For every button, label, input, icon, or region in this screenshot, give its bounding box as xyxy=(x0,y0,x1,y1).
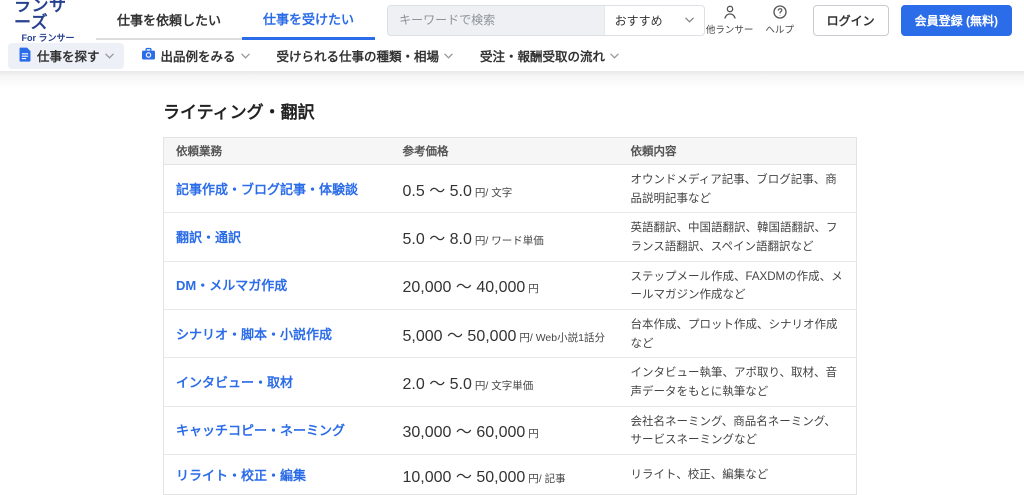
help-link[interactable]: ヘルプ xyxy=(755,4,805,36)
subnav-job-types-rates[interactable]: 受けられる仕事の種類・相場 xyxy=(267,43,464,69)
table-row: リライト・校正・編集 10,000 ～ 50,000 円/ 記事 リライト、校正、… xyxy=(164,455,857,495)
tab-request-work[interactable]: 仕事を依頼したい xyxy=(96,10,243,40)
price-range: 5.0 ～ 8.0 xyxy=(402,231,472,249)
top-header: ランサーズ For ランサー 仕事を依頼したい 仕事を受けたい おすすめ 他ラン… xyxy=(0,0,1024,43)
column-header-service: 依頼業務 xyxy=(163,137,391,165)
briefcase-icon xyxy=(141,47,156,64)
subnav-job-types-rates-label: 受けられる仕事の種類・相場 xyxy=(276,50,440,64)
service-description: 会社名ネーミング、商品名ネーミング、サービスネーミングなど xyxy=(630,415,836,447)
logo-text: ランサーズ xyxy=(14,0,67,32)
person-icon xyxy=(722,4,738,25)
price-range: 10,000 ～ 50,000 xyxy=(402,468,526,486)
column-header-description: 依頼内容 xyxy=(618,137,857,165)
service-link[interactable]: リライト・校正・編集 xyxy=(176,468,306,483)
chevron-down-icon xyxy=(104,53,114,59)
pricing-table: 依頼業務 参考価格 依頼内容 記事作成・ブログ記事・体験談 0.5 ～ 5.0 円… xyxy=(163,137,857,495)
subnav-listing-examples[interactable]: 出品例をみる xyxy=(131,43,260,69)
audience-tabs: 仕事を依頼したい 仕事を受けたい xyxy=(96,4,376,40)
header-right-cluster: 他ランサー ヘルプ ログイン 会員登録 (無料) xyxy=(705,4,1012,36)
search-group: おすすめ xyxy=(387,4,705,36)
subnav-find-work-label: 仕事を探す xyxy=(37,50,100,64)
price-unit: 円/ Web小説1話分 xyxy=(519,331,605,344)
service-description: インタビュー執筆、アポ取り、取材、音声データをもとに執筆など xyxy=(630,367,838,399)
service-description: オウンドメディア記事、ブログ記事、商品説明記事など xyxy=(630,174,837,205)
service-description: 台本作成、プロット作成、シナリオ作成など xyxy=(630,319,838,350)
price-unit: 円/ 記事 xyxy=(528,472,566,485)
service-description: リライト、校正、編集など xyxy=(630,469,769,482)
subnav-listing-examples-label: 出品例をみる xyxy=(160,50,236,64)
table-row: キャッチコピー・ネーミング 30,000 ～ 60,000 円 会社名ネーミング、… xyxy=(163,406,857,456)
document-icon xyxy=(18,47,32,65)
search-input[interactable] xyxy=(388,5,604,35)
price-unit: 円 xyxy=(528,428,539,441)
chevron-down-icon xyxy=(684,17,694,23)
service-description: 英語翻訳、中国語翻訳、韓国語翻訳、フランス語翻訳、スペイン語翻訳など xyxy=(630,222,838,254)
table-header-row: 依頼業務 参考価格 依頼内容 xyxy=(163,137,857,165)
help-label: ヘルプ xyxy=(765,24,794,36)
price-unit: 円/ 文字 xyxy=(474,186,513,199)
price-range: 5,000 ～ 50,000 xyxy=(402,327,517,345)
subnav-find-work[interactable]: 仕事を探す xyxy=(8,42,124,69)
price-unit: 円/ ワード単価 xyxy=(474,235,544,248)
table-row: DM・メルマガ作成 20,000 ～ 40,000 円 ステップメール作成、FAX… xyxy=(163,261,857,311)
price-range: 0.5 ～ 5.0 xyxy=(402,182,472,200)
help-icon xyxy=(772,4,788,25)
price-range: 2.0 ～ 5.0 xyxy=(402,376,472,394)
header-shadow-divider xyxy=(0,71,1024,89)
page-title: ライティング・翻訳 xyxy=(163,103,315,122)
lancers-logo[interactable]: ランサーズ For ランサー xyxy=(14,0,82,43)
logo-subtext: For ランサー xyxy=(21,33,75,43)
price-unit: 円 xyxy=(528,283,539,296)
service-description: ステップメール作成、FAXDMの作成、メールマガジン作成など xyxy=(630,270,843,302)
price-range: 30,000 ～ 60,000 xyxy=(402,424,526,442)
table-row: 記事作成・ブログ記事・体験談 0.5 ～ 5.0 円/ 文字 オウンドメディア記事… xyxy=(163,164,857,214)
price-range: 20,000 ～ 40,000 xyxy=(402,279,526,297)
other-lancers-link[interactable]: 他ランサー xyxy=(705,4,755,36)
service-link[interactable]: キャッチコピー・ネーミング xyxy=(176,423,345,438)
subnav-order-payment-flow-label: 受注・報酬受取の流れ xyxy=(480,50,606,64)
chevron-down-icon xyxy=(240,53,250,59)
main-content: ライティング・翻訳 依頼業務 参考価格 依頼内容 記事作成・ブログ記事・体験談 … xyxy=(0,89,857,495)
chevron-down-icon xyxy=(610,53,619,59)
column-header-price: 参考価格 xyxy=(390,137,619,165)
tab-receive-work[interactable]: 仕事を受けたい xyxy=(242,9,376,40)
chevron-down-icon xyxy=(444,53,453,59)
other-lancers-label: 他ランサー xyxy=(705,24,754,36)
table-row: 翻訳・通訳 5.0 ～ 8.0 円/ ワード単価 英語翻訳、中国語翻訳、韓国語翻訳… xyxy=(163,212,857,262)
sort-dropdown-value: おすすめ xyxy=(614,13,663,28)
table-row: シナリオ・脚本・小説作成 5,000 ～ 50,000 円/ Web小説1話分 台… xyxy=(163,309,857,359)
signup-button[interactable]: 会員登録 (無料) xyxy=(900,4,1012,36)
subnav-order-payment-flow[interactable]: 受注・報酬受取の流れ xyxy=(470,43,629,69)
service-link[interactable]: 翻訳・通訳 xyxy=(176,230,241,245)
price-unit: 円/ 文字単価 xyxy=(474,380,534,393)
service-link[interactable]: インタビュー・取材 xyxy=(176,375,293,390)
table-row: インタビュー・取材 2.0 ～ 5.0 円/ 文字単価 インタビュー執筆、アポ取り… xyxy=(163,357,857,407)
service-link[interactable]: シナリオ・脚本・小説作成 xyxy=(176,327,332,342)
sub-navigation: 仕事を探す 出品例をみる 受けられる仕事の種類・相場 受注・報酬受取の流れ xyxy=(0,40,1024,71)
service-link[interactable]: DM・メルマガ作成 xyxy=(176,278,287,293)
service-link[interactable]: 記事作成・ブログ記事・体験談 xyxy=(176,182,358,197)
sort-dropdown[interactable]: おすすめ xyxy=(603,5,704,35)
login-button[interactable]: ログイン xyxy=(812,4,889,36)
